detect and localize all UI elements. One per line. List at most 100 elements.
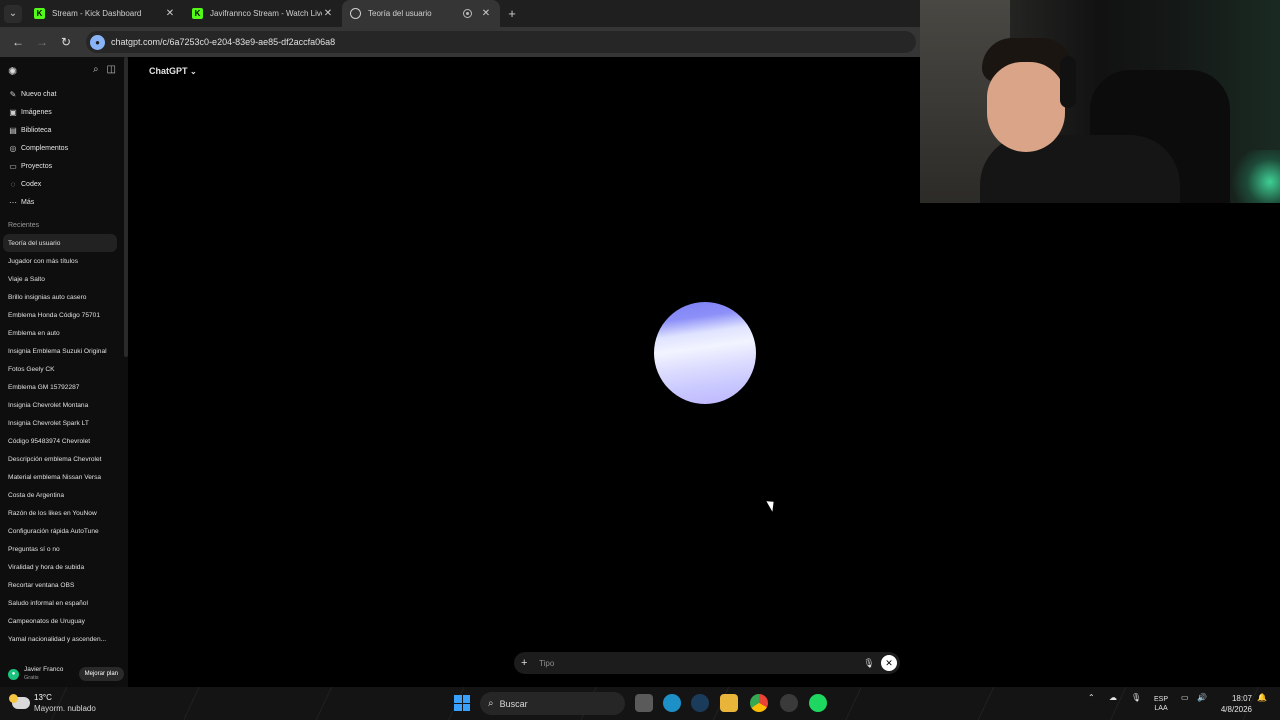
windows-start-icon[interactable] — [454, 695, 470, 711]
account-panel[interactable]: ● Javier Franco Gratis Mejorar plan — [0, 661, 128, 687]
library-icon: ▤ — [9, 125, 17, 135]
tab-kick-stream[interactable]: K Javifrannco Stream - Watch Live ✕ — [184, 0, 342, 27]
recent-chat-item[interactable]: Configuración rápida AutoTune — [0, 522, 118, 540]
search-icon: ⌕ — [488, 698, 494, 709]
recent-chat-item[interactable]: Insignia Chevrolet Montana — [0, 396, 118, 414]
recent-chat-item[interactable]: Jugador con más títulos — [0, 252, 118, 270]
forward-button[interactable]: → — [30, 35, 54, 49]
sidebar-item-label: Imágenes — [21, 108, 52, 116]
microphone-icon[interactable]: 🎙 — [860, 658, 878, 669]
sidebar-item-más[interactable]: ⋯ Más — [0, 193, 128, 211]
microphone-icon[interactable]: 🎙 — [1131, 693, 1141, 702]
chrome-icon[interactable] — [750, 694, 768, 712]
close-icon[interactable]: ✕ — [322, 8, 334, 19]
recent-chat-item[interactable]: Campeonatos de Uruguay — [0, 612, 118, 630]
edge-icon[interactable] — [663, 694, 681, 712]
language-indicator[interactable]: ESP LAA — [1154, 695, 1168, 713]
webcam-led-glow — [1230, 150, 1280, 203]
lang-bottom: LAA — [1154, 705, 1168, 712]
recent-chat-item[interactable]: Material emblema Nissan Versa — [0, 468, 118, 486]
file-explorer-icon[interactable] — [635, 694, 653, 712]
folder-icon[interactable] — [720, 694, 738, 712]
microphone-icon[interactable]: ● — [90, 34, 105, 50]
reload-button[interactable]: ↻ — [54, 35, 78, 49]
recent-chat-item[interactable]: Emblema en auto — [0, 324, 118, 342]
recent-chat-item[interactable]: Descripción emblema Chevrolet — [0, 450, 118, 468]
sidebar-nav: ✎ Nuevo chat ▣ Imágenes ▤ Biblioteca ◎ Compleme… — [0, 85, 128, 211]
notification-icon[interactable]: 🔔 — [1257, 693, 1267, 702]
composer-input[interactable]: Tipo — [539, 659, 860, 668]
new-tab-button[interactable]: + — [500, 6, 524, 21]
chevron-up-icon[interactable]: ⌃ — [1088, 693, 1095, 702]
tab-label: Stream - Kick Dashboard — [52, 9, 142, 18]
sidebar-item-imágenes[interactable]: ▣ Imágenes — [0, 103, 128, 121]
recent-chat-item[interactable]: Preguntas sí o no — [0, 540, 118, 558]
sidebar-toggle-icon[interactable]: ◫ — [107, 64, 116, 75]
recent-chat-item[interactable]: Insignia Chevrolet Spark LT — [0, 414, 118, 432]
obs-icon[interactable] — [780, 694, 798, 712]
spotify-icon[interactable] — [809, 694, 827, 712]
back-button[interactable]: ← — [6, 35, 30, 49]
clock-time: 18:07 — [1231, 694, 1252, 703]
sidebar-item-complementos[interactable]: ◎ Complementos — [0, 139, 128, 157]
search-icon[interactable]: ⌕ — [93, 64, 99, 75]
taskbar: 13°C Mayorm. nublado ⌕ Buscar ⌃ ☁ 🎙 ESP … — [0, 687, 1280, 720]
sidebar-item-proyectos[interactable]: ▭ Proyectos — [0, 157, 128, 175]
sidebar-item-label: Más — [21, 198, 35, 206]
codex-icon: ◌ — [10, 179, 16, 189]
steam-icon[interactable] — [691, 694, 709, 712]
recent-chat-item[interactable]: Yamal nacionalidad y ascenden... — [0, 630, 118, 648]
recent-chat-item[interactable]: Emblema Honda Código 75701 — [0, 306, 118, 324]
plus-icon[interactable]: + — [521, 657, 533, 669]
recent-chat-item[interactable]: Brillo insignias auto casero — [0, 288, 118, 306]
end-voice-button[interactable]: ✕ — [881, 655, 897, 671]
recent-chat-item[interactable]: Fotos Geely CK — [0, 360, 118, 378]
onedrive-icon[interactable]: ☁ — [1109, 693, 1117, 702]
recent-chat-item[interactable]: Código 95483974 Chevrolet — [0, 432, 118, 450]
sidebar-item-codex[interactable]: ◌ Codex — [0, 175, 128, 193]
kick-icon: K — [34, 8, 45, 19]
network-icon[interactable]: ▭ — [1181, 693, 1189, 702]
openai-logo-icon[interactable]: ✺ — [8, 65, 17, 78]
image-icon: ▣ — [9, 107, 17, 117]
recent-chat-item[interactable]: Saludo informal en español — [0, 594, 118, 612]
upgrade-plan-button[interactable]: Mejorar plan — [78, 667, 124, 681]
voice-composer[interactable]: + Tipo 🎙 ✕ — [514, 652, 900, 674]
sidebar: ✺ ⌕ ◫ ✎ Nuevo chat ▣ Imágenes ▤ Biblioteca ◎ Co… — [0, 57, 128, 687]
plugin-icon: ◎ — [9, 143, 17, 153]
recent-chat-item[interactable]: Recortar ventana OBS — [0, 576, 118, 594]
recent-chat-item[interactable]: Emblema GM 15792287 — [0, 378, 118, 396]
recents-list: Teoría del usuario Jugador con más título… — [0, 234, 128, 648]
weather-widget[interactable]: 13°C Mayorm. nublado — [9, 692, 96, 714]
recent-chat-item[interactable]: Viralidad y hora de subida — [0, 558, 118, 576]
volume-icon[interactable]: 🔊 — [1197, 693, 1207, 702]
recent-chat-item[interactable]: Costa de Argentina — [0, 486, 118, 504]
webcam-headset — [1060, 56, 1076, 108]
model-selector[interactable]: ChatGPT ⌄ — [149, 66, 197, 76]
recent-chat-item[interactable]: Viaje a Salto — [0, 270, 118, 288]
recent-chat-item[interactable]: Insignia Emblema Suzuki Original — [0, 342, 118, 360]
recent-chat-item[interactable]: Teoría del usuario — [3, 234, 117, 252]
tab-search-menu[interactable]: ⌄ — [4, 4, 22, 23]
account-name: Javier Franco — [24, 666, 64, 673]
webcam-person-face — [987, 62, 1065, 152]
sidebar-item-nuevo-chat[interactable]: ✎ Nuevo chat — [0, 85, 128, 103]
recent-chat-item[interactable]: Razón de los likes en YouNow — [0, 504, 118, 522]
search-label: Buscar — [499, 698, 528, 709]
close-icon[interactable]: ✕ — [164, 8, 176, 19]
taskbar-search[interactable]: ⌕ Buscar — [480, 692, 625, 715]
sidebar-item-biblioteca[interactable]: ▤ Biblioteca — [0, 121, 128, 139]
tab-kick-dashboard[interactable]: K Stream - Kick Dashboard ✕ — [26, 0, 184, 27]
webcam-overlay — [920, 0, 1280, 203]
tab-label: Teoría del usuario — [368, 9, 432, 18]
sidebar-item-label: Complementos — [21, 144, 69, 152]
folder-icon: ▭ — [9, 161, 17, 171]
more-icon: ⋯ — [9, 197, 17, 207]
clock[interactable]: 18:07 4/8/2026 — [1214, 693, 1252, 715]
voice-mode-orb — [654, 302, 756, 404]
tab-chatgpt[interactable]: Teoría del usuario ✕ — [342, 0, 500, 27]
address-bar[interactable]: ● chatgpt.com/c/6a7253c0-e204-83e9-ae85-… — [86, 31, 916, 53]
close-icon[interactable]: ✕ — [480, 8, 492, 19]
url-text: chatgpt.com/c/6a7253c0-e204-83e9-ae85-df… — [111, 37, 336, 47]
browser-toolbar: ← → ↻ ● chatgpt.com/c/6a7253c0-e204-83e9… — [0, 27, 920, 57]
